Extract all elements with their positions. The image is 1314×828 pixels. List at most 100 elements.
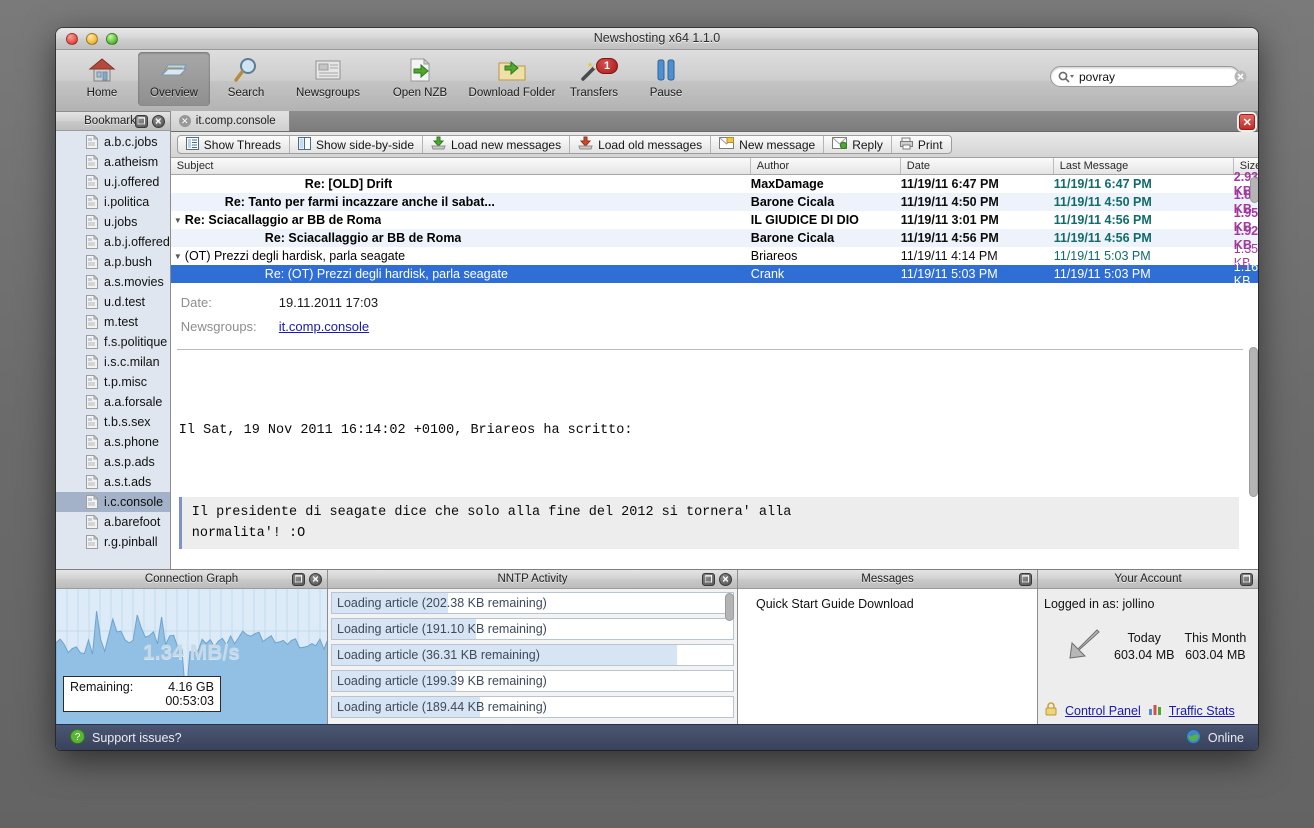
detach-panel-icon[interactable]: ❐ — [702, 573, 715, 586]
tab-close-icon[interactable]: ✕ — [178, 115, 191, 127]
message-row[interactable]: ▼ (OT) Prezzi degli hardisk, parla seagat… — [171, 242, 1258, 270]
support-status[interactable]: ? Support issues? — [70, 728, 182, 747]
message-row[interactable]: ▼ Re: Sciacallaggio ar BB de Roma IL GIUDI… — [171, 206, 1258, 234]
newsgroup-link[interactable]: it.comp.console — [279, 319, 369, 334]
close-panel-icon[interactable]: ✕ — [719, 573, 732, 586]
column-header-subject[interactable]: Subject — [171, 158, 751, 174]
detach-panel-icon[interactable]: ❐ — [292, 573, 305, 586]
message-last-date: 11/19/11 4:56 PM — [1053, 213, 1152, 227]
bookmarks-list[interactable]: a.b.c.jobs a.atheism u.j.offered i.polit… — [56, 131, 170, 569]
article-newsgroups-value[interactable]: it.comp.console — [279, 319, 369, 334]
account-header-buttons[interactable]: ❐ — [1240, 573, 1253, 586]
close-panel-icon[interactable]: ✕ — [151, 115, 165, 128]
toolbar-item-newsgroups[interactable]: Newsgroups — [282, 52, 374, 106]
clear-search-icon[interactable] — [1234, 70, 1247, 83]
message-rows[interactable]: Re: [OLD] Drift MaxDamage 11/19/11 6:47 PM… — [170, 170, 1258, 288]
show-side-by-side-button[interactable]: Show side-by-side — [290, 136, 423, 153]
message-row[interactable]: Re: [OLD] Drift MaxDamage 11/19/11 6:47 PM… — [171, 170, 1258, 198]
message-list-header[interactable]: Subject Author Date Last Message Size — [170, 158, 1258, 175]
bookmark-item[interactable]: f.s.politique — [56, 332, 170, 352]
messages-panel-body[interactable]: Quick Start Guide Download — [738, 589, 1037, 727]
bookmark-label: i.s.c.milan — [104, 355, 160, 369]
bookmark-item[interactable]: a.s.movies — [56, 272, 170, 292]
bookmark-item[interactable]: a.s.p.ads — [56, 452, 170, 472]
bookmark-item[interactable]: t.p.misc — [56, 372, 170, 392]
messages-panel-title: Messages — [861, 573, 914, 585]
toolbar-item-open-nzb[interactable]: Open NZB — [374, 52, 466, 106]
tab-it-comp-console[interactable]: ✕ it.comp.console — [170, 111, 290, 131]
home-icon — [88, 55, 116, 85]
bookmark-item[interactable]: a.s.phone — [56, 432, 170, 452]
bookmark-item[interactable]: a.atheism — [56, 152, 170, 172]
nntp-header-buttons[interactable]: ❐ ✕ — [702, 573, 732, 586]
nntp-scrollbar[interactable] — [725, 593, 734, 621]
bookmark-item[interactable]: a.p.bush — [56, 252, 170, 272]
toolbar-item-download-folder[interactable]: Download Folder — [466, 52, 558, 106]
detach-panel-icon[interactable]: ❐ — [134, 115, 148, 128]
messages-panel: Messages ❐ Quick Start Guide Download — [738, 570, 1038, 727]
bookmark-item[interactable]: u.j.offered — [56, 172, 170, 192]
toolbar-item-transfers[interactable]: ★ ★ 1 Transfers — [558, 52, 630, 106]
message-subject-cell: Re: Sciacallaggio ar BB de Roma — [171, 231, 751, 245]
bookmark-item[interactable]: i.s.c.milan — [56, 352, 170, 372]
bookmark-item[interactable]: t.b.s.sex — [56, 412, 170, 432]
bookmark-label: a.b.j.offered — [104, 235, 170, 249]
bookmarks-header-buttons[interactable]: ❐ ✕ — [134, 115, 165, 128]
account-usage: Today 603.04 MB This Month 603.04 MB — [1038, 627, 1258, 666]
thread-expander-icon[interactable]: ▼ — [171, 252, 185, 261]
toolbar-item-pause[interactable]: Pause — [630, 52, 702, 106]
bookmark-item[interactable]: i.politica — [56, 192, 170, 212]
toolbar-item-home[interactable]: Home — [66, 52, 138, 106]
toolbar-item-overview[interactable]: Overview — [138, 52, 210, 106]
bookmark-item[interactable]: u.jobs — [56, 212, 170, 232]
traffic-stats-link[interactable]: Traffic Stats — [1169, 704, 1235, 718]
print-button[interactable]: Print — [892, 136, 951, 153]
control-panel-link[interactable]: Control Panel — [1065, 704, 1141, 718]
close-group-button[interactable]: ✕ — [1239, 114, 1256, 130]
action-button-group[interactable]: Show Threads Show side-by-side Load new … — [176, 135, 952, 154]
show-threads-button[interactable]: Show Threads — [178, 136, 290, 153]
message-row[interactable]: Re: (OT) Prezzi degli hardisk, parla sea… — [170, 260, 1258, 288]
load-new-messages-button[interactable]: Load new messages — [423, 136, 571, 153]
bookmark-item[interactable]: a.b.j.offered — [56, 232, 170, 252]
search-input[interactable] — [1079, 69, 1234, 84]
bookmark-label: a.atheism — [104, 155, 159, 169]
nntp-activity-row: Loading article (202.38 KB remaining) — [331, 592, 734, 614]
bookmark-item[interactable]: m.test — [56, 312, 170, 332]
column-header-author[interactable]: Author — [751, 158, 901, 174]
article-body: Il Sat, 19 Nov 2011 16:14:02 +0100, Bria… — [171, 350, 1258, 569]
reply-button[interactable]: Reply — [824, 136, 892, 153]
bookmark-group-icon — [86, 534, 99, 549]
bookmark-item[interactable]: i.c.console — [56, 492, 170, 512]
connection-graph-header-buttons[interactable]: ❐ ✕ — [292, 573, 322, 586]
account-links[interactable]: Control Panel Traffic Stats — [1044, 702, 1235, 719]
messages-header-buttons[interactable]: ❐ — [1019, 573, 1032, 586]
bookmark-group-icon — [86, 214, 99, 229]
message-item[interactable]: Quick Start Guide Download — [756, 597, 1037, 611]
message-row[interactable]: Re: Tanto per farmi incazzare anche il s… — [170, 188, 1258, 216]
message-last-date: 11/19/11 4:50 PM — [1053, 195, 1152, 209]
detach-panel-icon[interactable]: ❐ — [1240, 573, 1253, 586]
reply-label: Reply — [852, 137, 883, 152]
message-row[interactable]: Re: Sciacallaggio ar BB de Roma Barone Ci… — [170, 224, 1258, 252]
bookmark-item[interactable]: a.s.t.ads — [56, 472, 170, 492]
message-list[interactable]: Subject Author Date Last Message Size Re… — [170, 158, 1258, 289]
column-header-last-message[interactable]: Last Message — [1054, 158, 1234, 174]
bookmark-item[interactable]: r.g.pinball — [56, 532, 170, 552]
thread-expander-icon[interactable]: ▼ — [171, 216, 185, 225]
column-header-date[interactable]: Date — [901, 158, 1054, 174]
load-old-messages-button[interactable]: Load old messages — [570, 136, 712, 153]
toolbar-item-search[interactable]: Search — [210, 52, 282, 106]
close-panel-icon[interactable]: ✕ — [309, 573, 322, 586]
search-field[interactable] — [1050, 66, 1247, 87]
message-author: Barone Cicala — [750, 231, 835, 245]
bookmark-item[interactable]: a.barefoot — [56, 512, 170, 532]
bookmark-item[interactable]: u.d.test — [56, 292, 170, 312]
bookmark-item[interactable]: a.b.c.jobs — [56, 132, 170, 152]
new-message-button[interactable]: New message — [711, 136, 825, 153]
support-label[interactable]: Support issues? — [92, 731, 182, 745]
message-list-scrollbar[interactable] — [1250, 177, 1258, 203]
detach-panel-icon[interactable]: ❐ — [1019, 573, 1032, 586]
message-view-scrollbar[interactable] — [1249, 347, 1258, 497]
bookmark-item[interactable]: a.a.forsale — [56, 392, 170, 412]
